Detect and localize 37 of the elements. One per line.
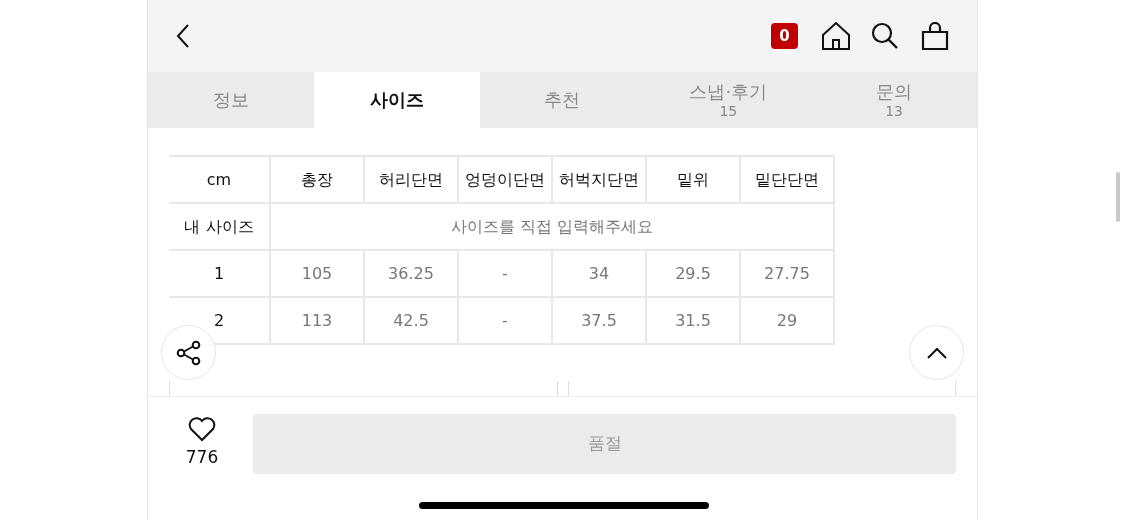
table-cell: 29.5 [646, 250, 740, 297]
table-cell: 31.5 [646, 297, 740, 344]
like-count: 776 [185, 446, 219, 469]
table-cell: 105 [270, 250, 364, 297]
tab[interactable]: 사이즈 [313, 72, 480, 128]
chevron-up-icon [926, 346, 947, 359]
size-input-prompt[interactable]: 사이즈를 직접 입력해주세요 [270, 203, 834, 250]
table-cell: - [458, 250, 552, 297]
tab[interactable]: 추천 [479, 72, 646, 128]
table-header-cell: 엉덩이단면 [458, 156, 552, 203]
table-header-cell: 허리단면 [364, 156, 458, 203]
cart-count-badge[interactable]: 0 [771, 23, 798, 49]
table-header-cell: 허벅지단면 [552, 156, 646, 203]
table-cell: 34 [552, 250, 646, 297]
heart-icon[interactable] [188, 417, 216, 442]
table-cell: 37.5 [552, 297, 646, 344]
shopping-bag-icon[interactable] [921, 22, 949, 50]
table-cell: - [458, 297, 552, 344]
table-header-cell: 밑위 [646, 156, 740, 203]
table-header-cell: 1 [169, 250, 270, 297]
table-header-cell: 밑단단면 [740, 156, 834, 203]
table-cell: 27.75 [740, 250, 834, 297]
search-icon[interactable] [871, 22, 899, 50]
table-cell: 42.5 [364, 297, 458, 344]
scrollbar [1116, 172, 1120, 222]
table-cell: 36.25 [364, 250, 458, 297]
tab[interactable]: 문의 13 [811, 72, 977, 128]
table-header-cell: 내 사이즈 [169, 203, 270, 250]
table-cell: 29 [740, 297, 834, 344]
table-header-cell: cm [169, 156, 270, 203]
table-cell: 113 [270, 297, 364, 344]
table-header-cell: 총장 [270, 156, 364, 203]
back-icon[interactable] [176, 24, 190, 48]
home-icon[interactable] [821, 21, 851, 51]
tab[interactable]: 스냅·후기 15 [645, 72, 812, 128]
tab[interactable]: 정보 [148, 72, 314, 128]
share-icon [175, 339, 202, 366]
